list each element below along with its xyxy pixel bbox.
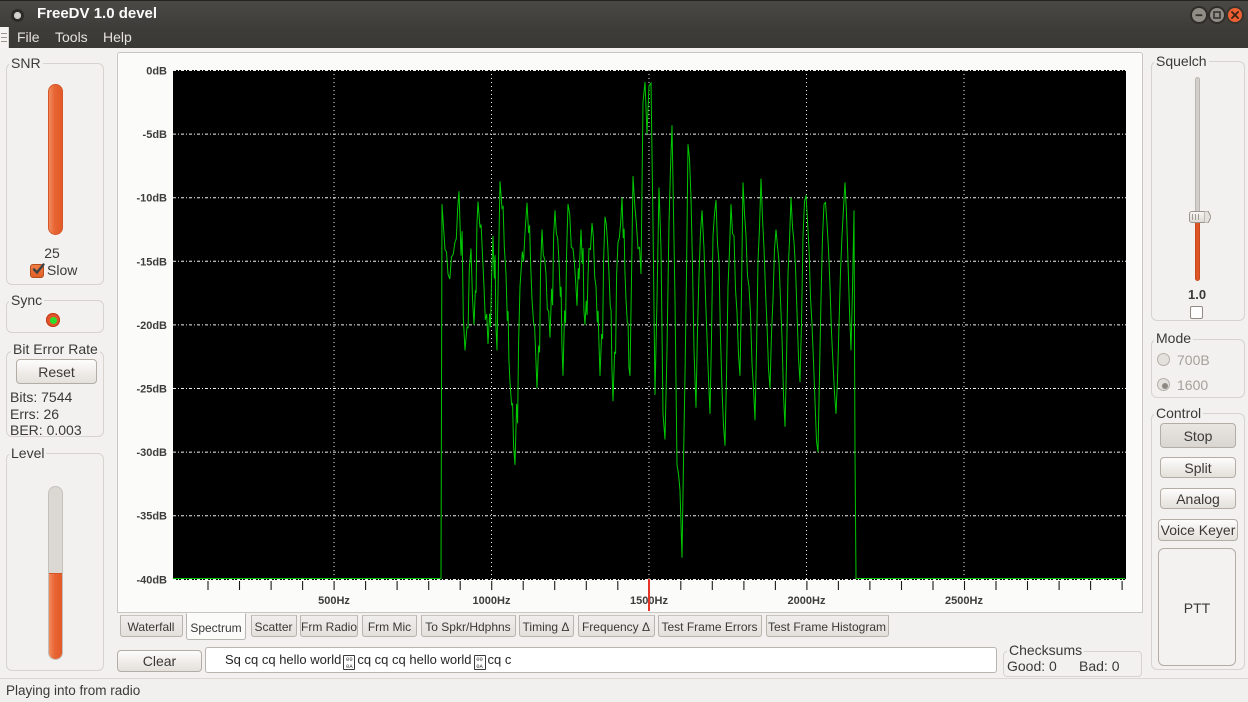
svg-text:-30dB: -30dB [136,447,167,459]
svg-text:0dB: 0dB [146,66,167,78]
svg-text:-15dB: -15dB [136,256,167,268]
svg-text:2500Hz: 2500Hz [945,595,983,607]
svg-text:-35dB: -35dB [136,511,167,523]
svg-text:-25dB: -25dB [136,384,167,396]
svg-text:-5dB: -5dB [143,129,168,141]
svg-text:2000Hz: 2000Hz [788,595,826,607]
svg-text:-10dB: -10dB [136,193,167,205]
svg-text:-20dB: -20dB [136,320,167,332]
svg-text:1000Hz: 1000Hz [473,595,511,607]
svg-text:-40dB: -40dB [136,574,167,586]
svg-text:500Hz: 500Hz [318,595,350,607]
